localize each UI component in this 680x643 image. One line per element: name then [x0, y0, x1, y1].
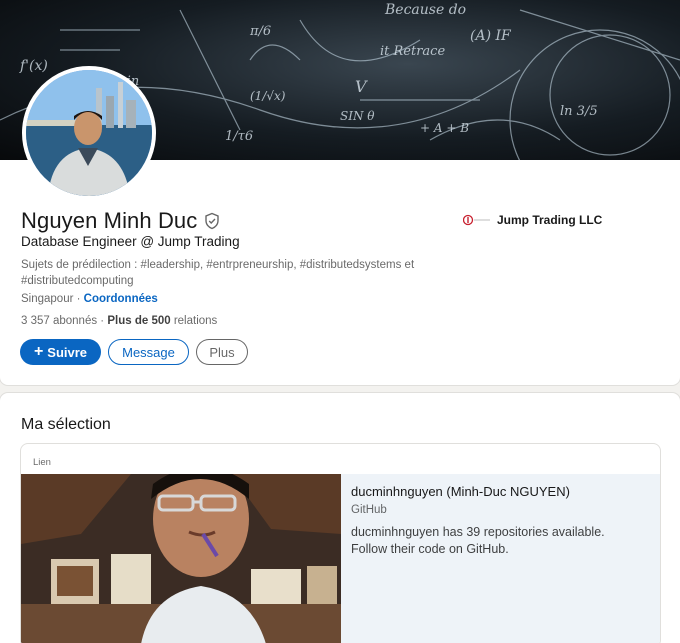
message-button[interactable]: Message: [108, 339, 189, 365]
profile-name: Nguyen Minh Duc: [21, 208, 198, 233]
featured-item-image: [21, 474, 341, 643]
featured-section-title: Ma sélection: [21, 416, 111, 433]
contact-info-link[interactable]: Coordonnées: [84, 293, 158, 305]
banner-text: f'(x): [19, 58, 48, 74]
jump-trading-logo-icon: [463, 214, 491, 226]
location-separator: ·: [73, 293, 84, 305]
featured-item-description: ducminhnguyen has 39 repositories availa…: [351, 525, 605, 556]
profile-location-row: Singapour · Coordonnées: [21, 293, 158, 305]
banner-text: Because do: [384, 2, 466, 18]
banner-text: (1/√x): [250, 89, 286, 103]
profile-location: Singapour: [21, 293, 74, 305]
banner-text: 1/τ6: [225, 129, 253, 144]
profile-avatar[interactable]: [22, 66, 156, 200]
profile-card: Because do (A) IF it Retrace sin SIN θ +…: [0, 0, 680, 385]
company-name: Jump Trading LLC: [497, 213, 603, 227]
profile-stats-row: 3 357 abonnés · Plus de 500 relations: [21, 315, 217, 327]
profile-topics: Sujets de prédilection : #leadership, #e…: [21, 259, 415, 287]
banner-text: ln 3/5: [560, 104, 598, 119]
current-company[interactable]: Jump Trading LLC: [463, 213, 602, 227]
connections-label: relations: [170, 315, 218, 327]
profile-name-row: Nguyen Minh Duc: [21, 208, 221, 234]
followers-count: 3 357 abonnés: [21, 315, 98, 327]
featured-item-type: Lien: [33, 457, 51, 468]
more-button[interactable]: Plus: [196, 339, 248, 365]
verified-shield-icon[interactable]: [203, 212, 221, 230]
banner-text: SIN θ: [340, 109, 375, 123]
follow-button[interactable]: + Suivre: [20, 339, 101, 365]
follow-label: Suivre: [47, 344, 88, 360]
profile-headline: Database Engineer @ Jump Trading: [21, 234, 240, 249]
profile-actions: + Suivre Message Plus: [20, 339, 248, 365]
banner-text: it Retrace: [380, 44, 445, 59]
banner-text: (A) IF: [470, 28, 512, 44]
connections-count: Plus de 500: [107, 315, 171, 327]
avatar-photo: [26, 70, 152, 196]
plus-icon: +: [33, 343, 44, 360]
stats-separator: ·: [97, 315, 108, 327]
featured-link-item[interactable]: Lien ducminhnguyen (Minh-Duc NGUYEN) Git…: [20, 443, 661, 643]
featured-item-source: GitHub: [351, 504, 387, 516]
featured-item-body: ducminhnguyen (Minh-Duc NGUYEN) GitHub d…: [341, 474, 660, 643]
banner-text: π/6: [249, 24, 271, 39]
banner-text: V: [355, 77, 368, 96]
github-preview-photo: [21, 474, 341, 643]
featured-item-title[interactable]: ducminhnguyen (Minh-Duc NGUYEN): [351, 484, 652, 499]
banner-text: + A + B: [420, 121, 469, 135]
